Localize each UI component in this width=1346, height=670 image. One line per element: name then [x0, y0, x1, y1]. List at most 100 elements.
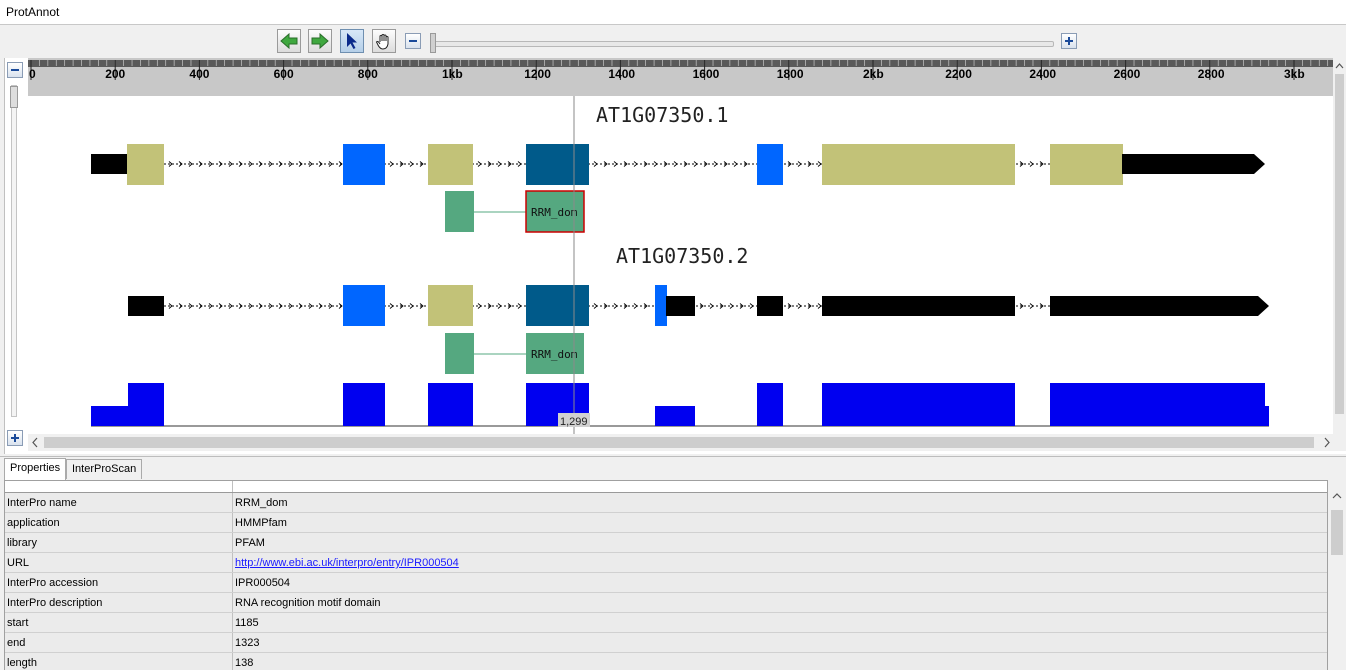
- track-horizontal-scrollbar[interactable]: [28, 434, 1346, 451]
- ruler-tick-label: 600: [274, 67, 294, 81]
- exon-block[interactable]: [526, 285, 589, 326]
- gene-track-view[interactable]: 0 200 400 600 800 1kb 1200 1400 1600 1800 2kb 2200 2…: [0, 0, 1346, 456]
- column-separator: [232, 613, 233, 632]
- intron-chevron: [409, 161, 414, 167]
- exon-block[interactable]: [822, 144, 1015, 185]
- intron-chevron: [797, 303, 802, 309]
- property-row[interactable]: application HMMPfam: [5, 513, 1327, 533]
- column-separator: [232, 593, 233, 612]
- column-separator: [232, 653, 233, 670]
- intron-chevron: [409, 303, 414, 309]
- intron-chevron: [729, 303, 734, 309]
- intron-chevron: [593, 303, 598, 309]
- utr-block[interactable]: [666, 296, 695, 316]
- ruler-tick-label: 800: [358, 67, 378, 81]
- exon-block[interactable]: [1050, 144, 1123, 185]
- property-value: 1323: [235, 637, 260, 649]
- property-row[interactable]: InterPro name RRM_dom: [5, 493, 1327, 513]
- utr-block-arrow[interactable]: [1122, 154, 1265, 174]
- intron-chevron: [749, 303, 754, 309]
- scroll-left-icon[interactable]: [28, 434, 42, 451]
- property-key: InterPro accession: [7, 577, 99, 589]
- ruler-axis: [28, 60, 1333, 67]
- property-row[interactable]: library PFAM: [5, 533, 1327, 553]
- scrollbar-thumb[interactable]: [44, 437, 1314, 448]
- ruler-tick-label: 1400: [608, 67, 635, 81]
- ruler-tick-label: 200: [105, 67, 125, 81]
- exon-block[interactable]: [655, 285, 667, 326]
- property-key: URL: [7, 557, 30, 569]
- ruler-tick-label: 2600: [1114, 67, 1141, 81]
- scroll-right-icon[interactable]: [1320, 434, 1334, 451]
- ruler-tick-label: 0: [29, 67, 36, 81]
- intron-chevron: [817, 161, 822, 167]
- utr-block[interactable]: [822, 296, 1015, 316]
- intron-chevron: [633, 303, 638, 309]
- intron-chevron: [389, 303, 394, 309]
- intron-chevron: [653, 161, 658, 167]
- exon-block[interactable]: [343, 144, 385, 185]
- property-key: InterPro name: [7, 497, 77, 509]
- property-key: InterPro description: [7, 597, 103, 609]
- intron-chevron: [613, 161, 618, 167]
- coverage-block: [757, 383, 783, 426]
- coverage-track: [91, 383, 1269, 426]
- scrollbar-thumb[interactable]: [1335, 74, 1344, 414]
- property-value: PFAM: [235, 537, 265, 549]
- property-row[interactable]: start 1185: [5, 613, 1327, 633]
- intron-chevron: [497, 303, 502, 309]
- property-value: 1185: [235, 617, 259, 629]
- exon-block[interactable]: [127, 144, 164, 185]
- property-key: length: [7, 657, 37, 669]
- properties-scrollbar[interactable]: [1328, 480, 1346, 670]
- property-row[interactable]: URL http://www.ebi.ac.uk/interpro/entry/I…: [5, 553, 1327, 573]
- property-key: start: [7, 617, 29, 629]
- utr-block-arrow[interactable]: [1050, 296, 1269, 316]
- table-header: [5, 481, 1327, 493]
- property-row[interactable]: InterPro accession IPR000504: [5, 573, 1327, 593]
- track-vertical-scrollbar[interactable]: [1333, 58, 1346, 434]
- ruler-tick-label: 1kb: [442, 67, 463, 81]
- utr-block[interactable]: [128, 296, 164, 316]
- domain-block[interactable]: [445, 191, 474, 232]
- column-separator: [232, 553, 233, 572]
- exon-block[interactable]: [428, 144, 473, 185]
- property-link[interactable]: http://www.ebi.ac.uk/interpro/entry/IPR0…: [235, 557, 459, 569]
- scroll-up-icon[interactable]: [1328, 488, 1346, 504]
- ruler-tick-label: 1200: [524, 67, 551, 81]
- intron-chevron: [693, 161, 698, 167]
- exon-block[interactable]: [428, 285, 473, 326]
- property-row[interactable]: end 1323: [5, 633, 1327, 653]
- scroll-up-icon[interactable]: [1333, 58, 1346, 74]
- property-value: 138: [235, 657, 254, 669]
- utr-block[interactable]: [91, 154, 128, 174]
- tab-properties[interactable]: Properties: [4, 458, 67, 480]
- intron-chevron: [517, 303, 522, 309]
- exon-block[interactable]: [757, 144, 783, 185]
- property-row[interactable]: length 138: [5, 653, 1327, 670]
- coverage-block: [655, 406, 695, 426]
- scrollbar-thumb[interactable]: [1331, 510, 1343, 555]
- intron-chevron: [709, 303, 714, 309]
- property-value: RRM_dom: [235, 497, 288, 509]
- column-separator: [232, 493, 233, 512]
- ruler-tick-label: 1800: [777, 67, 804, 81]
- ruler-tick-label: 400: [189, 67, 209, 81]
- property-key: application: [7, 517, 60, 529]
- domain-label-2: RRM_dom: [531, 348, 578, 361]
- intron-chevron: [389, 161, 394, 167]
- intron-chevron: [633, 161, 638, 167]
- utr-block[interactable]: [757, 296, 783, 316]
- exon-block[interactable]: [526, 144, 589, 185]
- intron-chevron: [517, 161, 522, 167]
- domain-block[interactable]: [445, 333, 474, 374]
- exon-block[interactable]: [343, 285, 385, 326]
- ruler-tick-label: 1600: [693, 67, 720, 81]
- column-separator: [232, 573, 233, 592]
- property-value: RNA recognition motif domain: [235, 597, 381, 609]
- column-separator: [232, 513, 233, 532]
- ruler-tick-label: 3kb: [1284, 67, 1305, 81]
- coverage-block: [1265, 406, 1269, 426]
- tab-interproscan[interactable]: InterProScan: [66, 459, 143, 479]
- property-row[interactable]: InterPro description RNA recognition moti…: [5, 593, 1327, 613]
